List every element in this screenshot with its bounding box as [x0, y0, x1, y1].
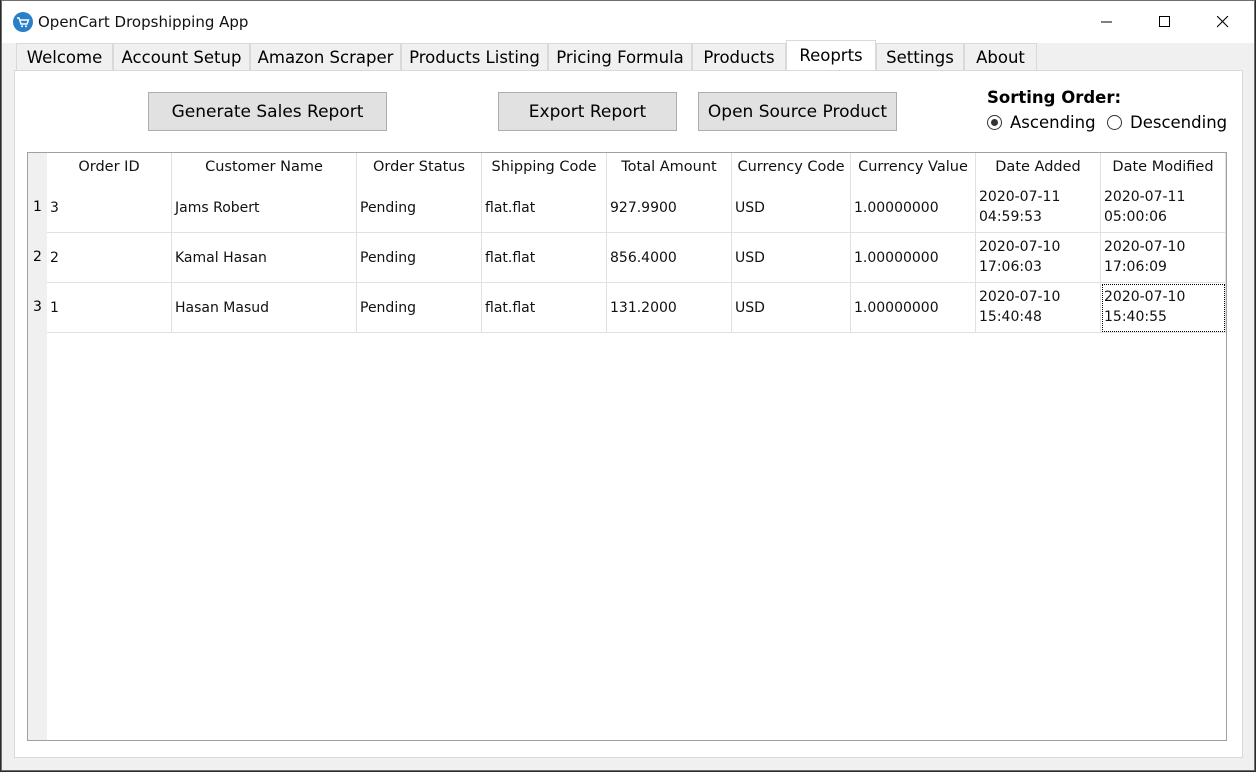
cell-date-added[interactable]: 2020-07-11 04:59:53 [976, 183, 1101, 233]
cell-shipping-code[interactable]: flat.flat [482, 183, 607, 233]
row-number: 2 [33, 249, 42, 265]
cell-date-modified-selected[interactable]: 2020-07-10 15:40:55 [1101, 283, 1226, 333]
window-title: OpenCart Dropshipping App [38, 13, 249, 31]
tab-pricing-formula[interactable]: Pricing Formula [548, 43, 692, 71]
tab-amazon-scraper[interactable]: Amazon Scraper [250, 43, 401, 71]
cell-total-amount[interactable]: 856.4000 [607, 233, 732, 283]
export-report-button[interactable]: Export Report [498, 92, 677, 131]
col-header-total-amount[interactable]: Total Amount [607, 153, 732, 183]
cell-date-modified[interactable]: 2020-07-11 05:00:06 [1101, 183, 1226, 233]
cell-currency-code[interactable]: USD [732, 283, 851, 333]
date-added-time: 17:06:03 [979, 259, 1042, 275]
cell-total-amount[interactable]: 927.9900 [607, 183, 732, 233]
cell-order-id[interactable]: 1 [47, 283, 172, 333]
minimize-button[interactable] [1078, 1, 1136, 43]
radio-descending-label: Descending [1130, 113, 1228, 132]
maximize-icon [1159, 16, 1170, 27]
col-header-date-added[interactable]: Date Added [976, 153, 1101, 183]
tab-reports[interactable]: Reoprts [786, 40, 876, 72]
cell-currency-code[interactable]: USD [732, 233, 851, 283]
cart-icon [13, 12, 33, 32]
tab-welcome[interactable]: Welcome [16, 43, 113, 71]
col-header-order-id[interactable]: Order ID [47, 153, 172, 183]
date-modified-date: 2020-07-10 [1104, 289, 1186, 305]
cell-order-status[interactable]: Pending [357, 233, 482, 283]
orders-table[interactable]: Order ID Customer Name Order Status Ship… [27, 152, 1227, 741]
tab-settings[interactable]: Settings [876, 43, 964, 71]
date-added-date: 2020-07-10 [979, 289, 1061, 305]
close-icon [1217, 16, 1229, 28]
title-bar: OpenCart Dropshipping App [2, 1, 1254, 43]
date-modified-time: 15:40:55 [1104, 309, 1167, 325]
cell-date-modified[interactable]: 2020-07-10 17:06:09 [1101, 233, 1226, 283]
tab-account-setup[interactable]: Account Setup [113, 43, 250, 71]
cell-customer-name[interactable]: Jams Robert [172, 183, 357, 233]
maximize-button[interactable] [1136, 1, 1194, 43]
radio-ascending-label: Ascending [1010, 113, 1096, 132]
cell-order-status[interactable]: Pending [357, 283, 482, 333]
cell-shipping-code[interactable]: flat.flat [482, 233, 607, 283]
col-header-currency-code[interactable]: Currency Code [732, 153, 851, 183]
generate-sales-report-button[interactable]: Generate Sales Report [148, 92, 387, 131]
radio-descending[interactable]: Descending [1107, 113, 1227, 132]
minimize-icon [1101, 21, 1112, 23]
open-source-product-button[interactable]: Open Source Product [698, 92, 897, 131]
col-header-order-status[interactable]: Order Status [357, 153, 482, 183]
cell-customer-name[interactable]: Hasan Masud [172, 283, 357, 333]
date-modified-time: 05:00:06 [1104, 209, 1167, 225]
row-header-strip [28, 153, 47, 740]
cell-order-status[interactable]: Pending [357, 183, 482, 233]
tab-products-listing[interactable]: Products Listing [401, 43, 548, 71]
cell-order-id[interactable]: 3 [47, 183, 172, 233]
close-button[interactable] [1194, 1, 1252, 43]
date-added-date: 2020-07-10 [979, 239, 1061, 255]
date-modified-time: 17:06:09 [1104, 259, 1167, 275]
col-header-currency-value[interactable]: Currency Value [851, 153, 976, 183]
cell-currency-value[interactable]: 1.00000000 [851, 183, 976, 233]
row-number: 3 [33, 299, 42, 315]
date-added-time: 04:59:53 [979, 209, 1042, 225]
radio-descending-indicator[interactable] [1107, 115, 1122, 130]
tab-products[interactable]: Products [692, 43, 786, 71]
tab-about[interactable]: About [964, 43, 1037, 71]
col-header-customer-name[interactable]: Customer Name [172, 153, 357, 183]
date-modified-date: 2020-07-10 [1104, 239, 1186, 255]
radio-ascending[interactable]: Ascending [987, 113, 1096, 132]
cell-currency-value[interactable]: 1.00000000 [851, 233, 976, 283]
sorting-order-label: Sorting Order: [987, 88, 1122, 107]
cell-total-amount[interactable]: 131.2000 [607, 283, 732, 333]
cell-customer-name[interactable]: Kamal Hasan [172, 233, 357, 283]
cell-date-added[interactable]: 2020-07-10 17:06:03 [976, 233, 1101, 283]
date-modified-date: 2020-07-11 [1104, 189, 1186, 205]
cell-shipping-code[interactable]: flat.flat [482, 283, 607, 333]
cell-currency-code[interactable]: USD [732, 183, 851, 233]
app-window: OpenCart Dropshipping App Welcome Accoun… [1, 0, 1255, 771]
cell-currency-value[interactable]: 1.00000000 [851, 283, 976, 333]
date-added-time: 15:40:48 [979, 309, 1042, 325]
cell-date-added[interactable]: 2020-07-10 15:40:48 [976, 283, 1101, 333]
date-added-date: 2020-07-11 [979, 189, 1061, 205]
cell-order-id[interactable]: 2 [47, 233, 172, 283]
col-header-date-modified[interactable]: Date Modified [1101, 153, 1226, 183]
radio-ascending-indicator[interactable] [987, 115, 1002, 130]
row-number: 1 [33, 199, 42, 215]
reports-panel: Generate Sales Report Export Report Open… [14, 70, 1243, 758]
col-header-shipping-code[interactable]: Shipping Code [482, 153, 607, 183]
